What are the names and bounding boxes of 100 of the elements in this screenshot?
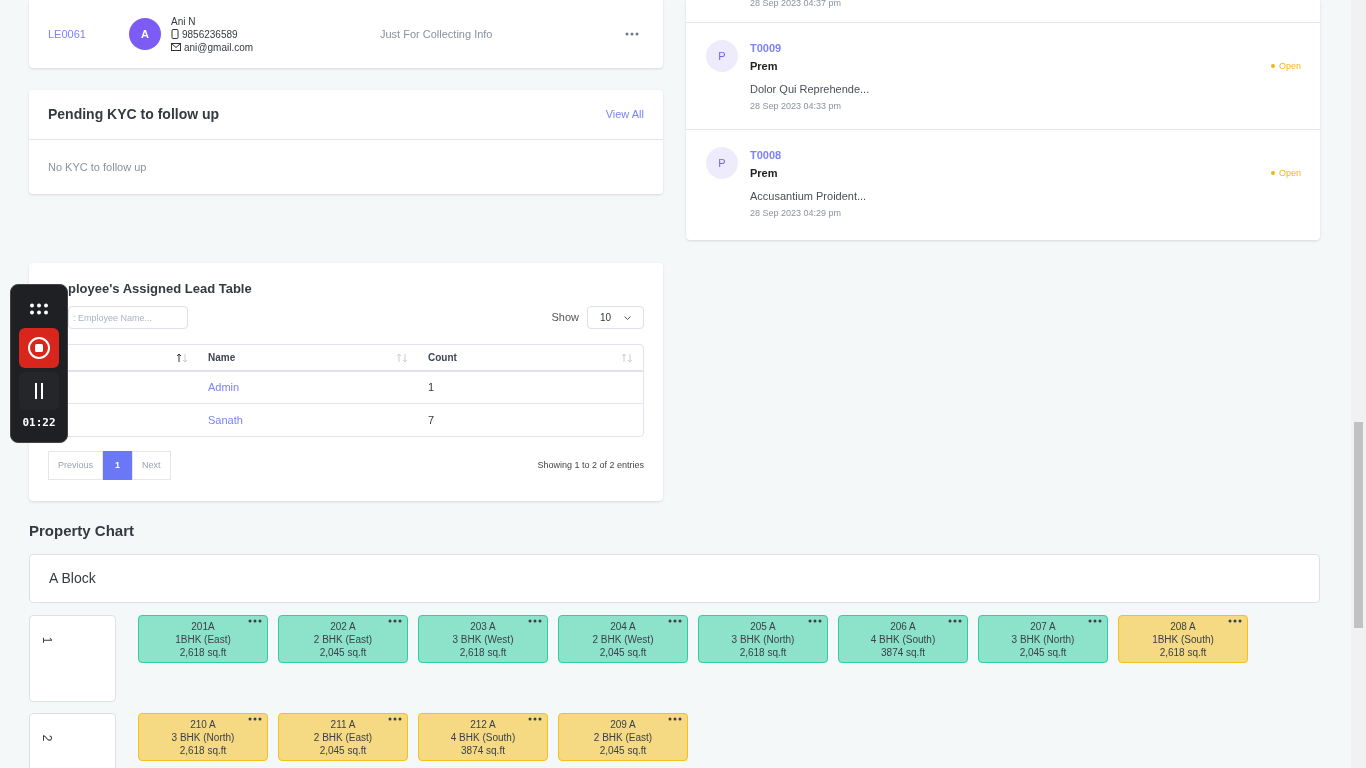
unit-card[interactable]: 206 A 4 BHK (South) 3874 sq.ft bbox=[838, 615, 968, 663]
unit-card[interactable]: 207 A 3 BHK (North) 2,045 sq.ft bbox=[978, 615, 1108, 663]
status-label: Open bbox=[1270, 166, 1301, 180]
more-icon[interactable] bbox=[668, 619, 682, 623]
floor-label: 2 bbox=[29, 713, 116, 768]
ticket-subject: Dolor Qui Reprehende... bbox=[750, 81, 871, 97]
section-title: Property Chart bbox=[29, 521, 136, 541]
show-label: Show bbox=[551, 310, 579, 326]
stop-button[interactable] bbox=[19, 328, 59, 368]
page-size-select[interactable]: 10 bbox=[587, 306, 644, 329]
ticket-subject: Accusantium Proident... bbox=[750, 188, 868, 204]
pause-icon bbox=[33, 382, 45, 400]
unit-type: 2 BHK (East) bbox=[593, 730, 653, 744]
unit-number: 210 A bbox=[190, 717, 216, 731]
unit-type: 3 BHK (North) bbox=[1011, 632, 1075, 646]
unit-number: 201A bbox=[191, 619, 215, 633]
unit-area: 2,045 sq.ft bbox=[319, 645, 367, 659]
unit-number: 207 A bbox=[1030, 619, 1056, 633]
mail-icon bbox=[171, 43, 181, 51]
column-header[interactable]: Count bbox=[418, 345, 643, 370]
more-icon[interactable] bbox=[1228, 619, 1242, 623]
unit-card[interactable]: 209 A 2 BHK (East) 2,045 sq.ft bbox=[558, 713, 688, 761]
unit-card[interactable]: 211 A 2 BHK (East) 2,045 sq.ft bbox=[278, 713, 408, 761]
more-icon[interactable] bbox=[948, 619, 962, 623]
ticket-user: Prem bbox=[750, 59, 778, 74]
unit-card[interactable]: 204 A 2 BHK (West) 2,045 sq.ft bbox=[558, 615, 688, 663]
unit-area: 3874 sq.ft bbox=[461, 743, 505, 757]
recording-timer: 01:22 bbox=[22, 415, 56, 431]
scroll-thumb[interactable] bbox=[1354, 422, 1363, 628]
unit-card[interactable]: 201A 1BHK (East) 2,618 sq.ft bbox=[138, 615, 268, 663]
unit-type: 1BHK (South) bbox=[1152, 632, 1214, 646]
more-icon[interactable] bbox=[388, 619, 402, 623]
unit-area: 2,618 sq.ft bbox=[179, 743, 227, 757]
unit-card[interactable]: 210 A 3 BHK (North) 2,618 sq.ft bbox=[138, 713, 268, 761]
table-cell-text: 7 bbox=[427, 412, 436, 428]
unit-type: 2 BHK (West) bbox=[592, 632, 654, 646]
unit-number: 204 A bbox=[610, 619, 636, 633]
ticket-time: 28 Sep 2023 04:33 pm bbox=[750, 100, 843, 113]
table-cell-text: 1 bbox=[427, 380, 436, 396]
unit-area: 2,045 sq.ft bbox=[599, 645, 647, 659]
more-icon[interactable] bbox=[668, 717, 682, 721]
unit-type: 4 BHK (South) bbox=[870, 632, 936, 646]
unit-type: 3 BHK (West) bbox=[452, 632, 514, 646]
more-icon[interactable] bbox=[248, 717, 262, 721]
lead-name: Ani N bbox=[171, 14, 197, 28]
avatar: P bbox=[706, 40, 738, 72]
lead-phone: 9856236589 bbox=[182, 27, 238, 41]
unit-area: 2,045 sq.ft bbox=[1019, 645, 1067, 659]
unit-card[interactable]: 203 A 3 BHK (West) 2,618 sq.ft bbox=[418, 615, 548, 663]
more-icon[interactable] bbox=[808, 619, 822, 623]
avatar: P bbox=[706, 147, 738, 179]
unit-area: 2,618 sq.ft bbox=[739, 645, 787, 659]
search-field[interactable]: : Employee Name... bbox=[68, 306, 188, 329]
more-icon[interactable] bbox=[248, 619, 262, 623]
more-icon[interactable] bbox=[1088, 619, 1102, 623]
scrollbar[interactable] bbox=[1351, 0, 1366, 768]
unit-card[interactable]: 208 A 1BHK (South) 2,618 sq.ft bbox=[1118, 615, 1248, 663]
unit-area: 2,045 sq.ft bbox=[599, 743, 647, 757]
unit-number: 212 A bbox=[470, 717, 496, 731]
page-button[interactable]: 1 bbox=[103, 451, 132, 480]
unit-card[interactable]: 202 A 2 BHK (East) 2,045 sq.ft bbox=[278, 615, 408, 663]
sort-icon[interactable] bbox=[176, 352, 188, 363]
unit-number: 211 A bbox=[330, 717, 356, 731]
unit-number: 205 A bbox=[750, 619, 776, 633]
avatar: A bbox=[129, 18, 161, 50]
block-header: A Block bbox=[29, 554, 1320, 603]
more-icon[interactable] bbox=[625, 32, 639, 36]
ticket-user: Prem bbox=[750, 166, 778, 181]
phone-icon bbox=[171, 29, 179, 39]
more-icon[interactable] bbox=[388, 717, 402, 721]
unit-number: 206 A bbox=[890, 619, 916, 633]
unit-area: 2,045 sq.ft bbox=[319, 743, 367, 757]
lead-email: ani@gmail.com bbox=[184, 40, 254, 54]
unit-card[interactable]: 212 A 4 BHK (South) 3874 sq.ft bbox=[418, 713, 548, 761]
unit-area: 3874 sq.ft bbox=[881, 645, 925, 659]
grip-icon[interactable] bbox=[29, 303, 49, 315]
more-icon[interactable] bbox=[528, 717, 542, 721]
unit-number: 209 A bbox=[610, 717, 636, 731]
status-label: Open bbox=[1270, 59, 1301, 73]
floor-label: 1 bbox=[29, 615, 116, 702]
column-header[interactable]: Name bbox=[198, 345, 418, 370]
unit-area: 2,618 sq.ft bbox=[1159, 645, 1207, 659]
pause-button[interactable] bbox=[19, 372, 59, 410]
card-title: Pending KYC to follow up bbox=[48, 105, 220, 124]
unit-area: 2,618 sq.ft bbox=[459, 645, 507, 659]
more-icon[interactable] bbox=[528, 619, 542, 623]
unit-card[interactable]: 205 A 3 BHK (North) 2,618 sq.ft bbox=[698, 615, 828, 663]
unit-area: 2,618 sq.ft bbox=[179, 645, 227, 659]
unit-number: 208 A bbox=[1170, 619, 1196, 633]
stop-icon bbox=[27, 336, 51, 360]
chevron-down-icon bbox=[624, 315, 631, 320]
lead-source: Just For Collecting Info bbox=[380, 26, 494, 42]
ticket-time: 28 Sep 2023 04:29 pm bbox=[750, 207, 843, 220]
unit-number: 203 A bbox=[470, 619, 496, 633]
unit-type: 3 BHK (North) bbox=[171, 730, 235, 744]
empty-message: No KYC to follow up bbox=[48, 159, 147, 175]
ticket-time: 28 Sep 2023 04:37 pm bbox=[750, 0, 842, 8]
unit-type: 2 BHK (East) bbox=[313, 632, 373, 646]
card-title: ployee's Assigned Lead Table bbox=[67, 281, 253, 297]
unit-type: 3 BHK (North) bbox=[731, 632, 795, 646]
